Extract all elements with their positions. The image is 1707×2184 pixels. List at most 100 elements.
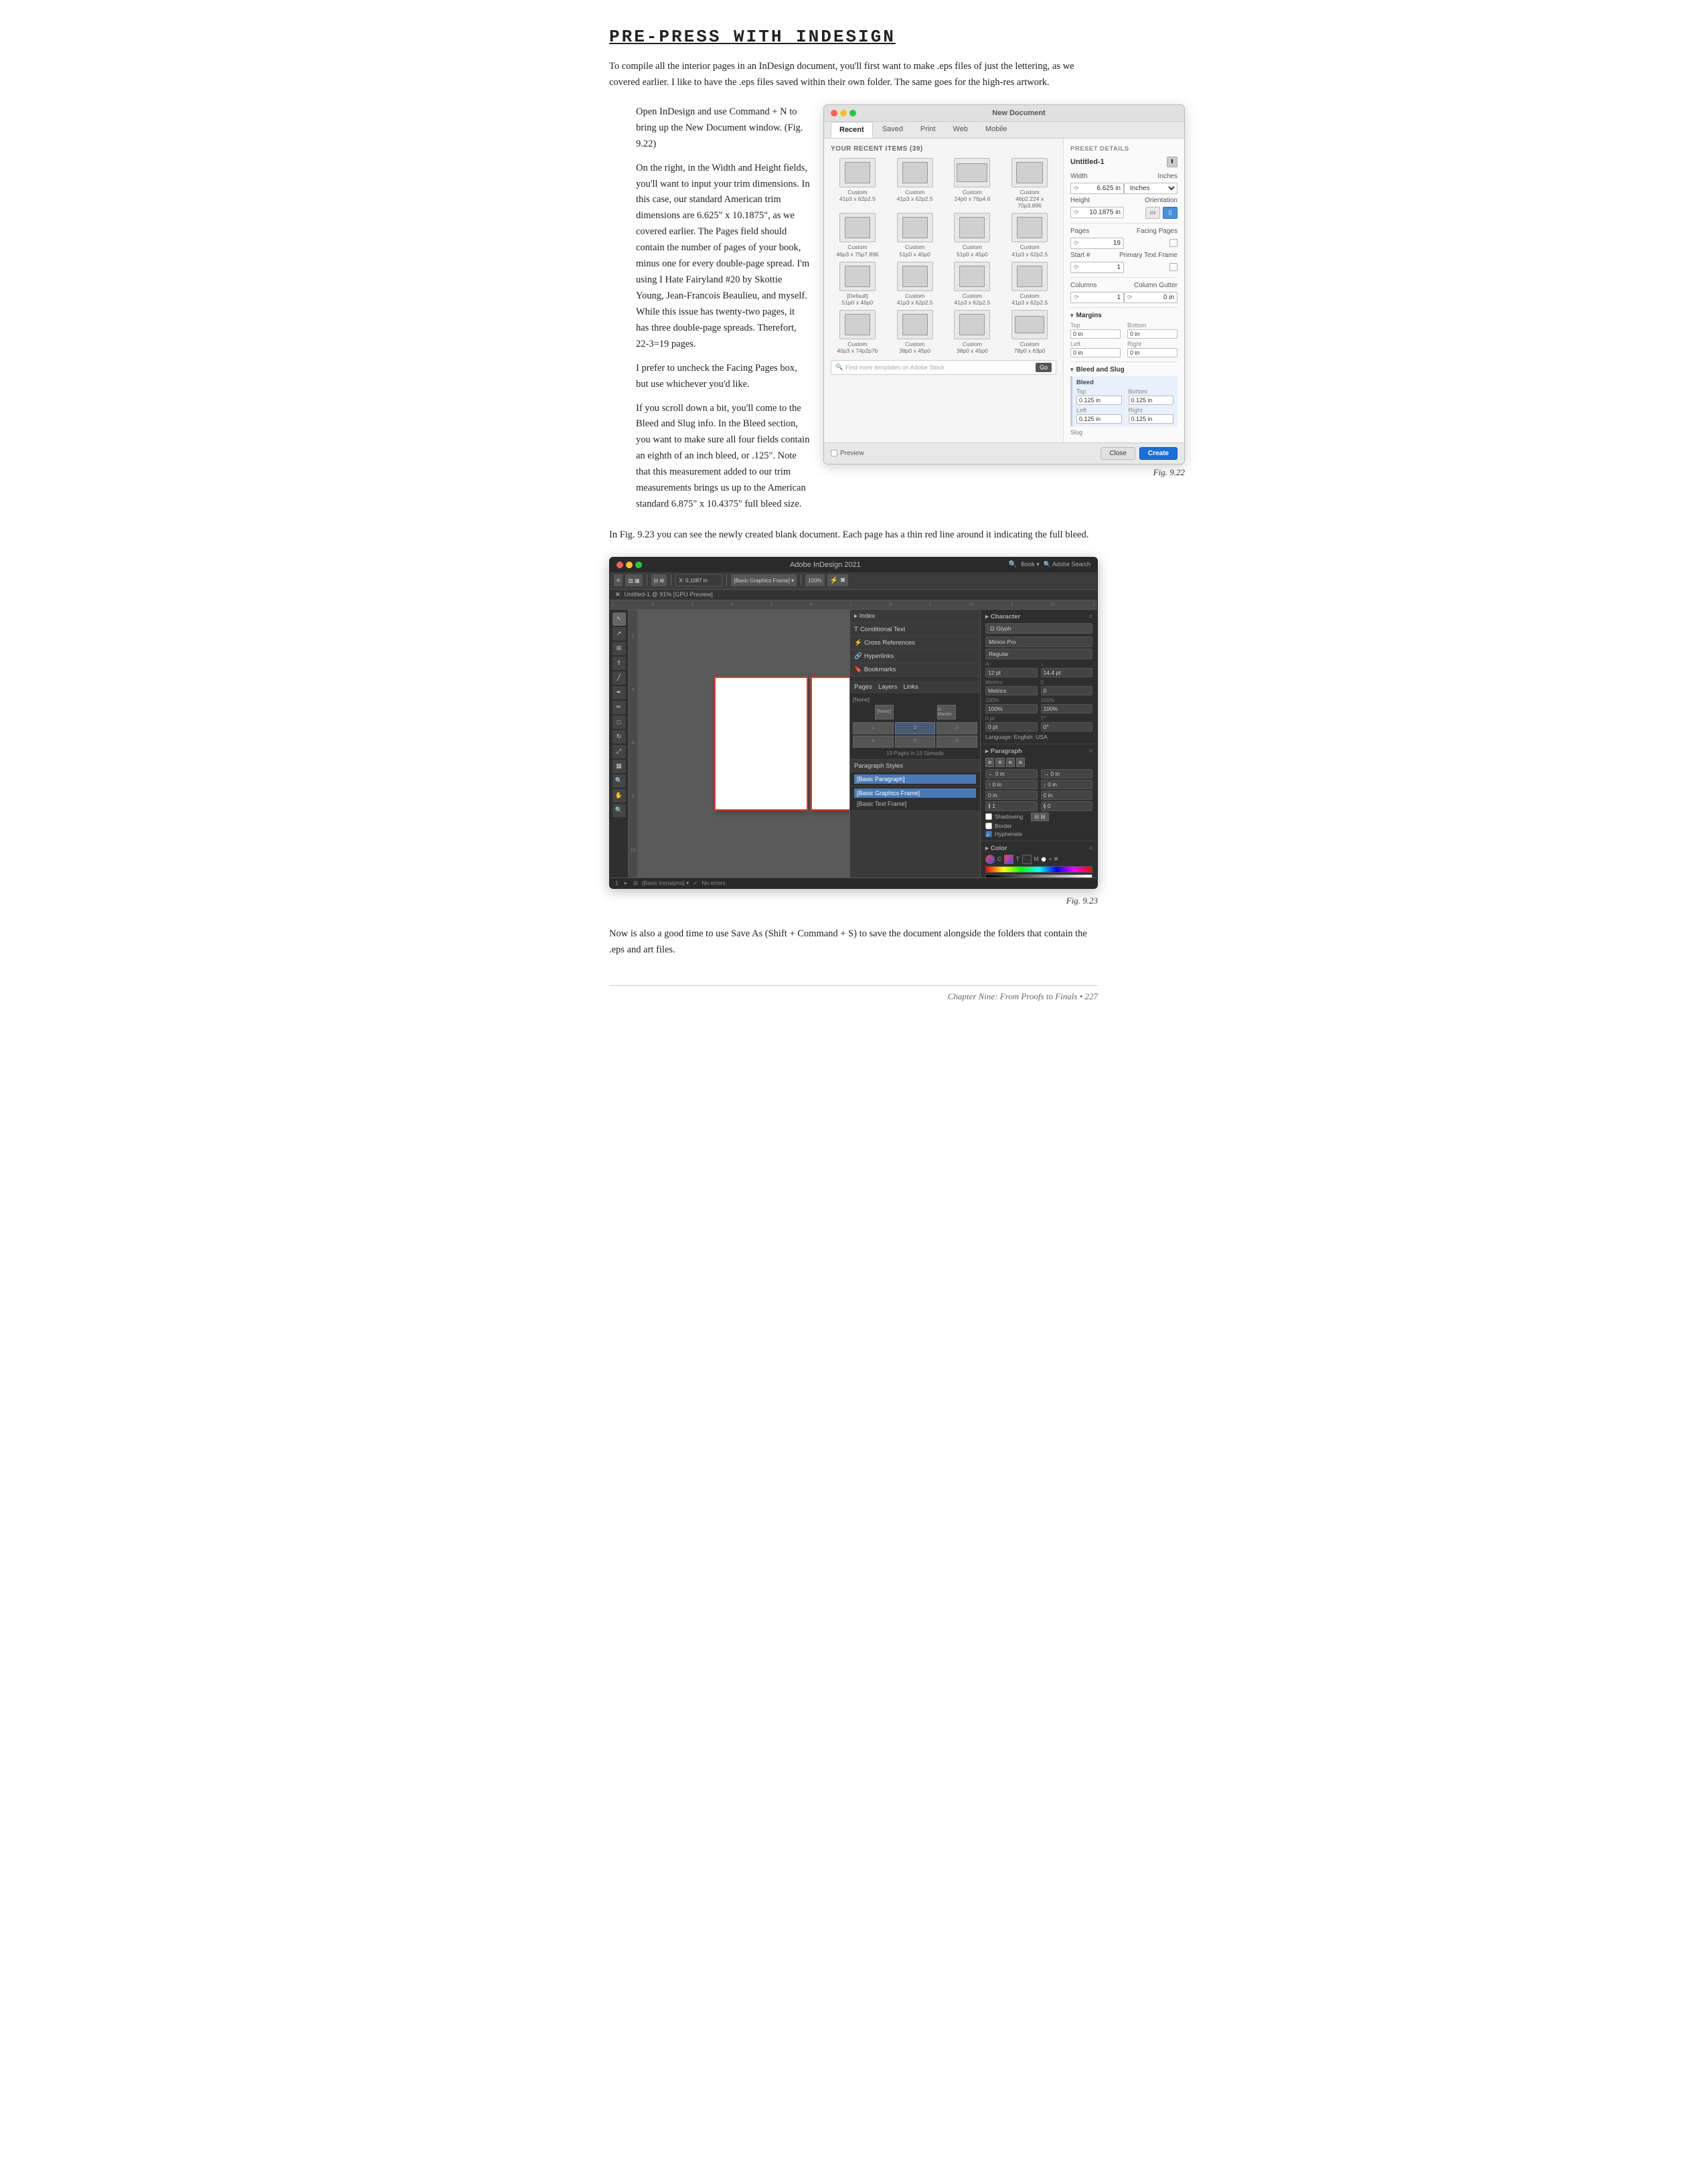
skew-input[interactable]: 0° — [1041, 722, 1093, 732]
tab-saved[interactable]: Saved — [874, 122, 911, 138]
template-item[interactable]: Custom38p0 x 45p0 — [888, 310, 942, 354]
links-tab[interactable]: Links — [903, 683, 918, 691]
margin-bottom-input[interactable]: 0 in — [1127, 329, 1177, 339]
align-center-button[interactable]: ≡ — [995, 758, 1004, 767]
margin-left-input[interactable]: 0 in — [1070, 348, 1121, 357]
border-checkbox[interactable] — [985, 823, 992, 829]
shading-checkbox[interactable] — [985, 813, 992, 820]
rectangle-tool[interactable]: □ — [613, 716, 626, 729]
bleed-bottom-input[interactable]: 0.125 in — [1129, 396, 1174, 405]
paper-swatch[interactable] — [1041, 857, 1046, 862]
page-thumb-4[interactable]: 4 — [853, 736, 894, 748]
direct-select-tool[interactable]: ↗ — [613, 627, 626, 641]
drop-cap-input[interactable]: 0 in — [985, 790, 1038, 800]
hyphenate-checkbox[interactable]: ✓ — [985, 831, 992, 837]
minimize-window-button[interactable] — [840, 110, 847, 116]
glyph-button[interactable]: Ω Glyph — [985, 623, 1092, 634]
template-item[interactable]: Custom41p3 x 62p2.5 — [888, 158, 942, 209]
space-before-input[interactable]: ↑ 0 in — [985, 780, 1038, 789]
drop-lines-input[interactable]: ≬ 1 — [985, 801, 1038, 811]
kerning-input[interactable]: Metrics — [985, 686, 1038, 695]
zoom-level[interactable]: 100% — [805, 574, 824, 586]
file-menu[interactable]: ≡ — [614, 574, 623, 586]
facing-pages-checkbox[interactable] — [1169, 239, 1177, 247]
color-panel-menu[interactable]: ≡ — [1089, 845, 1092, 851]
tracking-input[interactable]: 0 — [1041, 686, 1093, 695]
bleed-top-input[interactable]: 0.125 in — [1076, 396, 1122, 405]
template-item[interactable]: Custom78p0 x 63p0 — [1003, 310, 1056, 354]
color-section-title[interactable]: ▸ Color ≡ — [985, 845, 1092, 852]
none-swatch[interactable] — [1022, 855, 1032, 864]
gradient-tool[interactable]: ▦ — [613, 760, 626, 773]
line-tool[interactable]: ╱ — [613, 671, 626, 685]
v-scale-input[interactable]: 100% — [1041, 704, 1093, 713]
align-tools[interactable]: ⊟ ⊠ — [651, 574, 667, 586]
h-scale-input[interactable]: 100% — [985, 704, 1038, 713]
template-item[interactable]: Custom24p0 x 76p4.6 — [946, 158, 999, 209]
page-thumb-3[interactable]: 3 — [937, 722, 977, 734]
shading-options[interactable]: ⊟ ⊞ — [1031, 813, 1049, 821]
pencil-tool[interactable]: ✏ — [613, 701, 626, 714]
landscape-button[interactable]: ▯ — [1163, 207, 1177, 219]
template-item[interactable]: Custom41p3 x 62p2.5 — [831, 158, 884, 209]
paragraph-section-title[interactable]: ▸ Paragraph ≡ — [985, 748, 1092, 755]
adobe-search[interactable]: 🔍 Adobe Search — [1044, 561, 1090, 568]
frame-tool-group[interactable]: ▧ ▦ — [625, 574, 642, 586]
template-item[interactable]: Custom51p0 x 45p0 — [888, 213, 942, 257]
tools-toggle[interactable]: ⚡ ✖ — [827, 574, 849, 586]
type-tool[interactable]: T — [613, 657, 626, 670]
zoom-tool[interactable]: 🔍 — [613, 804, 626, 817]
file-tab[interactable]: Untitled-1 @ 91% [GPU Preview] — [625, 591, 713, 598]
eyedropper-tool[interactable]: 🔍 — [613, 774, 626, 788]
page-thumb-2[interactable]: 2 — [895, 722, 936, 734]
a-master-thumb[interactable]: A-Master — [937, 705, 956, 720]
stroke-swatch[interactable] — [1004, 855, 1013, 864]
conditional-text-header[interactable]: T Conditional Text — [854, 626, 976, 633]
indent-after-input[interactable]: → 0 in — [1041, 769, 1093, 778]
hand-tool[interactable]: ✋ — [613, 789, 626, 803]
book-dropdown[interactable]: Book ▾ — [1021, 561, 1040, 568]
margin-right-input[interactable]: 0 in — [1127, 348, 1177, 357]
cross-references-header[interactable]: ⚡ Cross References — [854, 639, 976, 647]
tab-web[interactable]: Web — [945, 122, 976, 138]
none-master-thumb[interactable]: [None] — [875, 705, 894, 720]
lightness-bar[interactable] — [985, 874, 1092, 877]
width-input[interactable]: ⟳ 6.625 in — [1070, 183, 1124, 194]
character-panel-menu[interactable]: ≡ — [1089, 613, 1092, 620]
gutter-input[interactable]: ⟳ 0 in — [1124, 292, 1177, 303]
fill-swatch[interactable] — [985, 855, 995, 864]
height-input[interactable]: ⟳ 10.1875 in — [1070, 207, 1124, 218]
layers-tab[interactable]: Layers — [878, 683, 898, 691]
character-section-title[interactable]: ▸ Character ≡ — [985, 613, 1092, 620]
preview-checkbox[interactable] — [831, 450, 837, 456]
space-after-input[interactable]: ↓ 0 in — [1041, 780, 1093, 789]
basic-text-frame-item[interactable]: [Basic Text Frame] — [854, 799, 976, 809]
frame-type-dropdown[interactable]: [Basic Graphics Frame] ▾ — [731, 574, 797, 586]
template-item[interactable]: [Default]51p0 x 46p0 — [831, 262, 884, 306]
drop-count-input[interactable]: ≬ 0 — [1041, 801, 1093, 811]
gap-tool[interactable]: ⊞ — [613, 642, 626, 655]
template-item[interactable]: Custom51p0 x 45p0 — [946, 213, 999, 257]
style-input[interactable]: Regular — [985, 649, 1092, 659]
primary-tf-checkbox[interactable] — [1169, 263, 1177, 271]
hyperlinks-header[interactable]: 🔗 Hyperlinks — [854, 653, 976, 660]
create-button[interactable]: Create — [1139, 447, 1177, 460]
scale-tool[interactable]: ⤢ — [613, 745, 626, 758]
close-tab-icon[interactable]: ✖ — [615, 591, 621, 598]
maximize-window-button[interactable] — [849, 110, 856, 116]
rotate-tool[interactable]: ↻ — [613, 730, 626, 744]
basic-graphics-frame-item[interactable]: [Basic Graphics Frame] — [854, 788, 976, 798]
index-panel-header[interactable]: ▸ Index — [854, 612, 976, 620]
font-input[interactable]: Minion Pro — [985, 637, 1092, 647]
pages-input[interactable]: ⟳ 19 — [1070, 238, 1124, 249]
units-select[interactable]: Inches Picas Points — [1124, 183, 1177, 194]
template-item[interactable]: Custom41p3 x 62p2.5 — [1003, 213, 1056, 257]
pen-tool[interactable]: ✒ — [613, 686, 626, 699]
select-tool[interactable]: ↖ — [613, 612, 626, 626]
app-maximize-button[interactable] — [635, 562, 642, 568]
template-item[interactable]: Custom46p3 x 75p7.896 — [831, 213, 884, 257]
go-button[interactable]: Go — [1036, 363, 1052, 372]
page-thumb-6[interactable]: 6 — [937, 736, 977, 748]
page-thumb-1[interactable]: 1 — [853, 722, 894, 734]
portrait-button[interactable]: ▭ — [1145, 207, 1160, 219]
